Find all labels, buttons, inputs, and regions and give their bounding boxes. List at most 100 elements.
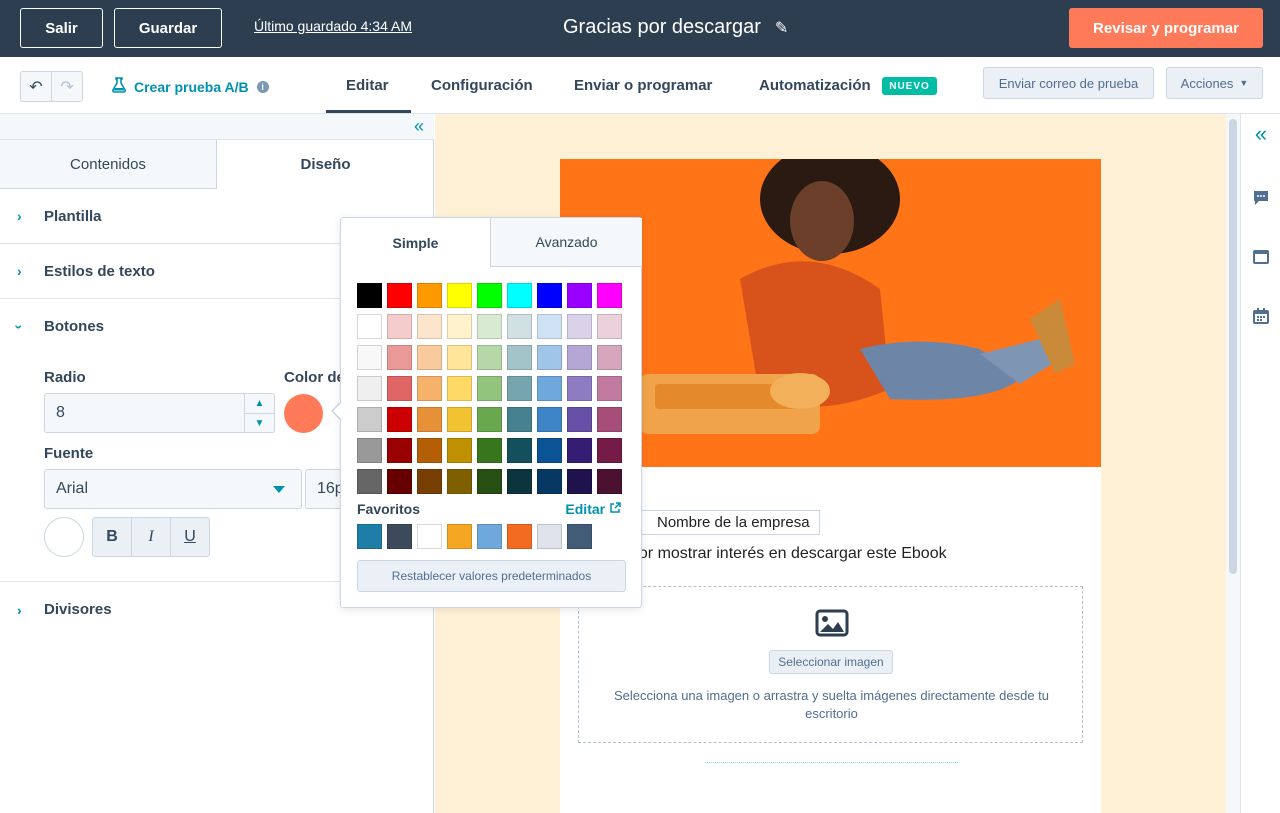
calendar-icon[interactable] — [1251, 306, 1271, 326]
color-swatch[interactable] — [357, 407, 382, 432]
expand-panel-icon[interactable]: « — [1251, 121, 1271, 146]
color-swatch[interactable] — [567, 345, 592, 370]
color-swatch[interactable] — [477, 345, 502, 370]
color-swatch[interactable] — [417, 469, 442, 494]
color-swatch[interactable] — [447, 345, 472, 370]
color-swatch[interactable] — [567, 469, 592, 494]
color-swatch[interactable] — [417, 438, 442, 463]
color-swatch[interactable] — [507, 407, 532, 432]
window-icon[interactable] — [1251, 247, 1271, 267]
info-icon[interactable]: i — [256, 80, 269, 93]
favorite-color-swatch[interactable] — [387, 524, 412, 549]
color-swatch[interactable] — [477, 438, 502, 463]
color-swatch[interactable] — [537, 283, 562, 308]
image-placeholder[interactable]: Seleccionar imagen Selecciona una imagen… — [578, 586, 1083, 743]
color-swatch[interactable] — [417, 345, 442, 370]
color-swatch[interactable] — [387, 314, 412, 339]
pencil-icon[interactable]: ✎ — [775, 18, 788, 38]
favorite-color-swatch[interactable] — [357, 524, 382, 549]
italic-button[interactable]: I — [131, 518, 170, 556]
color-swatch[interactable] — [597, 469, 622, 494]
company-name-token[interactable]: Nombre de la empresa — [630, 510, 820, 535]
color-swatch[interactable] — [507, 283, 532, 308]
color-swatch[interactable] — [447, 283, 472, 308]
color-swatch[interactable] — [387, 376, 412, 401]
thanks-text[interactable]: por mostrar interés en descargar este Eb… — [630, 545, 947, 563]
color-swatch[interactable] — [447, 407, 472, 432]
color-swatch[interactable] — [567, 283, 592, 308]
redo-icon[interactable]: ↷ — [51, 72, 82, 101]
favorite-color-swatch[interactable] — [447, 524, 472, 549]
color-swatch[interactable] — [567, 407, 592, 432]
color-swatch[interactable] — [567, 314, 592, 339]
color-swatch[interactable] — [597, 407, 622, 432]
button-color-swatch[interactable] — [284, 394, 323, 433]
color-swatch[interactable] — [507, 469, 532, 494]
send-test-email-button[interactable]: Enviar correo de prueba — [983, 67, 1154, 99]
color-swatch[interactable] — [417, 407, 442, 432]
tab-send-schedule[interactable]: Enviar o programar — [574, 77, 712, 94]
color-swatch[interactable] — [477, 376, 502, 401]
ab-test-link[interactable]: Crear prueba A/B i — [112, 77, 269, 96]
collapse-icon[interactable]: « — [414, 116, 424, 137]
color-swatch[interactable] — [537, 407, 562, 432]
color-swatch[interactable] — [597, 345, 622, 370]
color-swatch[interactable] — [477, 469, 502, 494]
color-swatch[interactable] — [507, 438, 532, 463]
color-swatch[interactable] — [597, 376, 622, 401]
radius-stepper[interactable]: 8 ▲ ▼ — [44, 393, 275, 433]
favorite-color-swatch[interactable] — [567, 524, 592, 549]
favorite-color-swatch[interactable] — [507, 524, 532, 549]
tab-contents[interactable]: Contenidos — [0, 140, 217, 189]
tab-settings[interactable]: Configuración — [431, 77, 533, 94]
color-swatch[interactable] — [387, 438, 412, 463]
color-swatch[interactable] — [567, 376, 592, 401]
tab-advanced[interactable]: Avanzado — [491, 218, 642, 267]
bold-button[interactable]: B — [93, 518, 131, 556]
review-schedule-button[interactable]: Revisar y programar — [1069, 8, 1263, 48]
last-saved-link[interactable]: Último guardado 4:34 AM — [254, 18, 412, 34]
actions-dropdown[interactable]: Acciones ▼ — [1166, 67, 1263, 99]
select-image-button[interactable]: Seleccionar imagen — [769, 650, 893, 674]
color-swatch[interactable] — [357, 469, 382, 494]
favorite-color-swatch[interactable] — [477, 524, 502, 549]
scrollbar-thumb[interactable] — [1229, 119, 1237, 574]
canvas-scrollbar[interactable] — [1226, 114, 1240, 813]
font-select[interactable]: Arial — [44, 469, 302, 509]
underline-button[interactable]: U — [170, 518, 209, 556]
color-swatch[interactable] — [477, 407, 502, 432]
color-swatch[interactable] — [357, 283, 382, 308]
color-swatch[interactable] — [417, 314, 442, 339]
color-swatch[interactable] — [537, 438, 562, 463]
color-swatch[interactable] — [357, 345, 382, 370]
color-swatch[interactable] — [477, 283, 502, 308]
color-swatch[interactable] — [387, 469, 412, 494]
undo-icon[interactable]: ↶ — [21, 72, 51, 101]
color-swatch[interactable] — [357, 438, 382, 463]
color-swatch[interactable] — [567, 438, 592, 463]
color-swatch[interactable] — [417, 376, 442, 401]
text-color-swatch[interactable] — [44, 517, 84, 557]
color-swatch[interactable] — [597, 283, 622, 308]
color-swatch[interactable] — [447, 376, 472, 401]
color-swatch[interactable] — [447, 469, 472, 494]
color-swatch[interactable] — [597, 314, 622, 339]
favorite-color-swatch[interactable] — [417, 524, 442, 549]
color-swatch[interactable] — [537, 345, 562, 370]
color-swatch[interactable] — [507, 314, 532, 339]
chat-icon[interactable] — [1251, 188, 1271, 208]
favorite-color-swatch[interactable] — [537, 524, 562, 549]
color-swatch[interactable] — [387, 283, 412, 308]
tab-design[interactable]: Diseño — [217, 140, 434, 189]
color-swatch[interactable] — [417, 283, 442, 308]
color-swatch[interactable] — [537, 469, 562, 494]
increment-icon[interactable]: ▲ — [245, 394, 274, 413]
color-swatch[interactable] — [387, 407, 412, 432]
edit-favorites-link[interactable]: Editar — [565, 501, 621, 517]
save-button[interactable]: Guardar — [114, 8, 222, 48]
color-swatch[interactable] — [387, 345, 412, 370]
color-swatch[interactable] — [537, 376, 562, 401]
color-swatch[interactable] — [357, 314, 382, 339]
exit-button[interactable]: Salir — [20, 8, 103, 48]
tab-simple[interactable]: Simple — [341, 218, 491, 267]
